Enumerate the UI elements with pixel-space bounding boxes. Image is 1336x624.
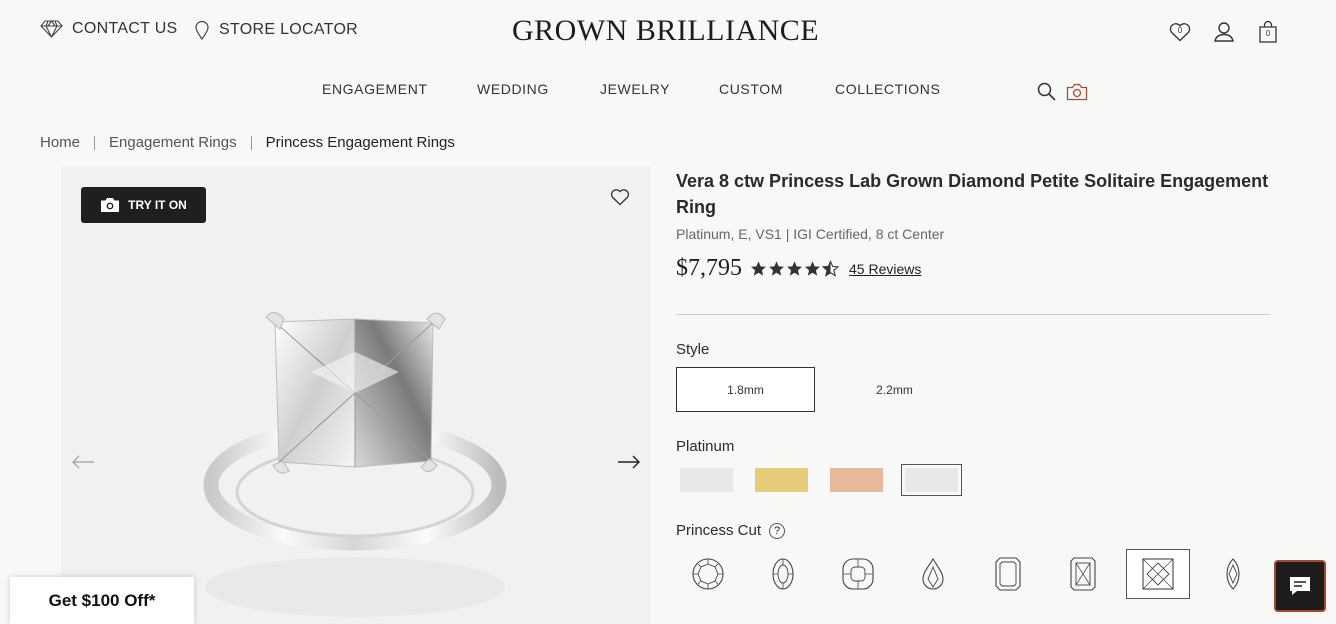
pear-diamond-icon bbox=[922, 557, 944, 590]
product-subtitle: Platinum, E, VS1 | IGI Certified, 8 ct C… bbox=[676, 226, 945, 242]
previous-image-button[interactable] bbox=[71, 455, 95, 474]
shape-label: Princess Cut? bbox=[676, 522, 786, 540]
style-option-1-8mm[interactable]: 1.8mm bbox=[676, 367, 815, 412]
chat-button[interactable] bbox=[1274, 560, 1326, 612]
emerald-diamond-icon bbox=[995, 557, 1021, 591]
ring-product-image bbox=[203, 312, 507, 617]
metal-swatch-fill bbox=[905, 468, 958, 492]
nav-custom[interactable]: CUSTOM bbox=[719, 81, 783, 97]
brand-logo[interactable]: GROWN BRILLIANCE bbox=[512, 14, 819, 48]
product-details: Vera 8 ctw Princess Lab Grown Diamond Pe… bbox=[676, 168, 1270, 599]
round-diamond-icon bbox=[692, 558, 724, 590]
shape-princess[interactable] bbox=[1126, 549, 1190, 599]
shape-oval[interactable] bbox=[751, 549, 815, 599]
star-half-icon bbox=[822, 260, 839, 277]
promo-button[interactable]: Get $100 Off* bbox=[10, 577, 194, 624]
breadcrumb-separator bbox=[250, 135, 252, 150]
style-label: Style bbox=[676, 341, 710, 358]
princess-diamond-icon bbox=[1142, 558, 1174, 590]
divider bbox=[676, 314, 1270, 315]
breadcrumb-separator bbox=[94, 135, 96, 150]
store-locator-label: STORE LOCATOR bbox=[219, 21, 359, 38]
product-title: Vera 8 ctw Princess Lab Grown Diamond Pe… bbox=[676, 171, 1269, 217]
contact-us-link[interactable]: CONTACT US bbox=[40, 20, 178, 38]
breadcrumb: Home Engagement Rings Princess Engagemen… bbox=[40, 134, 455, 151]
chat-icon bbox=[1290, 577, 1310, 595]
nav-jewelry[interactable]: JEWELRY bbox=[600, 81, 670, 97]
wishlist-count: 0 bbox=[1177, 26, 1183, 35]
nav-wedding[interactable]: WEDDING bbox=[477, 81, 549, 97]
radiant-diamond-icon bbox=[1070, 557, 1096, 591]
store-locator-link[interactable]: STORE LOCATOR bbox=[194, 20, 358, 40]
arrow-left-icon bbox=[72, 455, 94, 469]
search-icon bbox=[1037, 82, 1056, 101]
metal-swatch-rose-gold[interactable] bbox=[830, 468, 883, 492]
shape-radiant[interactable] bbox=[1051, 549, 1115, 599]
arrow-right-icon bbox=[618, 455, 640, 469]
reviews-link[interactable]: 45 Reviews bbox=[849, 261, 921, 277]
star-icon bbox=[751, 261, 766, 276]
metal-swatch-platinum[interactable] bbox=[901, 464, 962, 496]
oval-diamond-icon bbox=[772, 558, 794, 590]
nav-engagement[interactable]: ENGAGEMENT bbox=[322, 81, 428, 97]
marquise-diamond-icon bbox=[1226, 558, 1240, 590]
star-icon bbox=[769, 261, 784, 276]
breadcrumb-home[interactable]: Home bbox=[40, 134, 80, 151]
shape-label-text: Princess Cut bbox=[676, 522, 762, 539]
shape-marquise[interactable] bbox=[1201, 549, 1265, 599]
star-icon bbox=[787, 261, 802, 276]
main-nav: ENGAGEMENT WEDDING JEWELRY CUSTOM COLLEC… bbox=[0, 81, 1336, 101]
shape-emerald[interactable] bbox=[976, 549, 1040, 599]
visual-search-button[interactable] bbox=[1066, 83, 1088, 106]
star-rating bbox=[750, 260, 839, 277]
shape-pear[interactable] bbox=[901, 549, 965, 599]
camera-icon bbox=[1066, 83, 1088, 101]
contact-us-label: CONTACT US bbox=[72, 20, 178, 37]
wishlist-button[interactable]: 0 bbox=[1168, 20, 1192, 44]
account-button[interactable] bbox=[1212, 20, 1236, 44]
breadcrumb-current: Princess Engagement Rings bbox=[265, 134, 455, 151]
metal-swatch-white-gold[interactable] bbox=[680, 468, 733, 492]
shape-round[interactable] bbox=[676, 549, 740, 599]
metal-label: Platinum bbox=[676, 438, 735, 455]
style-option-2-2mm[interactable]: 2.2mm bbox=[825, 367, 964, 412]
product-price: $7,795 bbox=[676, 255, 742, 281]
diamond-icon bbox=[40, 20, 63, 38]
top-bar: CONTACT US STORE LOCATOR GROWN BRILLIANC… bbox=[0, 0, 1336, 62]
cart-count: 0 bbox=[1265, 29, 1271, 38]
star-icon bbox=[805, 261, 820, 276]
search-button[interactable] bbox=[1037, 82, 1056, 106]
cushion-diamond-icon bbox=[842, 558, 874, 590]
product-gallery: TRY IT ON bbox=[61, 167, 650, 624]
cart-button[interactable]: 0 bbox=[1256, 20, 1280, 44]
price-row: $7,795 45 Reviews bbox=[676, 255, 921, 282]
help-icon[interactable]: ? bbox=[769, 523, 786, 540]
user-icon bbox=[1214, 22, 1234, 42]
breadcrumb-engagement-rings[interactable]: Engagement Rings bbox=[109, 134, 237, 151]
next-image-button[interactable] bbox=[617, 455, 641, 474]
nav-collections[interactable]: COLLECTIONS bbox=[835, 81, 940, 97]
shape-cushion[interactable] bbox=[826, 549, 890, 599]
location-pin-icon bbox=[195, 20, 209, 40]
metal-swatch-yellow-gold[interactable] bbox=[755, 468, 808, 492]
